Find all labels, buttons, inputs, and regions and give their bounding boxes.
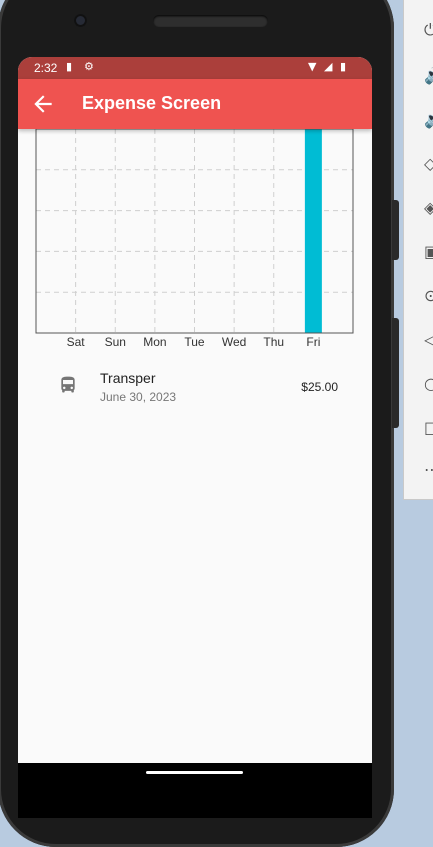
settings-icon: ⚙: [84, 60, 94, 73]
power-icon[interactable]: ⏻: [424, 20, 433, 40]
chart-x-tick-label: Sat: [67, 335, 86, 349]
battery-icon: ▮: [340, 60, 347, 73]
rotate-right-icon[interactable]: ◈: [424, 198, 433, 218]
front-camera: [74, 14, 87, 27]
list-item[interactable]: Transper June 30, 2023 $25.00: [18, 362, 372, 418]
chart-x-tick-label: Tue: [184, 335, 205, 349]
expense-chart: Sat Sun Mon Tue Wed Thu Fri: [18, 128, 372, 349]
zoom-icon[interactable]: ⊙: [424, 286, 433, 306]
overview-icon[interactable]: □: [424, 418, 433, 438]
chart-x-tick-label: Wed: [222, 335, 246, 349]
signal-icon: ◢: [324, 60, 333, 73]
chart-bar-fri: [304, 129, 322, 333]
page-title: Expense Screen: [82, 93, 222, 113]
status-bar: 2:32 ▮ ⚙ ▼ ◢ ▮: [18, 57, 372, 79]
volume-up-icon[interactable]: 🔊: [424, 66, 433, 86]
status-time: 2:32: [34, 61, 58, 75]
back-arrow-icon[interactable]: [30, 91, 56, 117]
transaction-amount: $25.00: [301, 380, 338, 394]
chart-x-tick-label: Mon: [143, 335, 166, 349]
chart-x-tick-label: Sun: [105, 335, 126, 349]
navigation-bar: [18, 763, 372, 818]
camera-icon[interactable]: ▣: [424, 242, 433, 262]
rotate-left-icon[interactable]: ◇: [424, 154, 433, 174]
home-icon[interactable]: ○: [424, 374, 433, 394]
transaction-date: June 30, 2023: [100, 390, 177, 404]
app-bar: Expense Screen: [18, 79, 372, 129]
volume-button[interactable]: [392, 200, 399, 260]
chart-x-tick-label: Fri: [306, 335, 320, 349]
wifi-icon: ▼: [308, 60, 317, 73]
bar-chart: Sat Sun Mon Tue Wed Thu Fri: [35, 128, 354, 349]
home-gesture-pill[interactable]: [146, 771, 243, 774]
device-screen: 2:32 ▮ ⚙ ▼ ◢ ▮ Expense Screen Sat Sun Mon T…: [18, 57, 372, 763]
transaction-title: Transper: [100, 370, 156, 386]
power-button[interactable]: [392, 318, 399, 428]
sd-card-icon: ▮: [66, 60, 73, 73]
emulator-toolbar: ⏻ 🔊 🔉 ◇ ◈ ▣ ⊙ ◁ ○ □ ⋯: [403, 0, 433, 500]
volume-down-icon[interactable]: 🔉: [424, 110, 433, 130]
chart-x-tick-label: Thu: [263, 335, 284, 349]
back-icon[interactable]: ◁: [424, 330, 433, 350]
bus-icon: [61, 376, 75, 393]
earpiece-speaker: [153, 15, 268, 27]
more-icon[interactable]: ⋯: [424, 460, 433, 480]
